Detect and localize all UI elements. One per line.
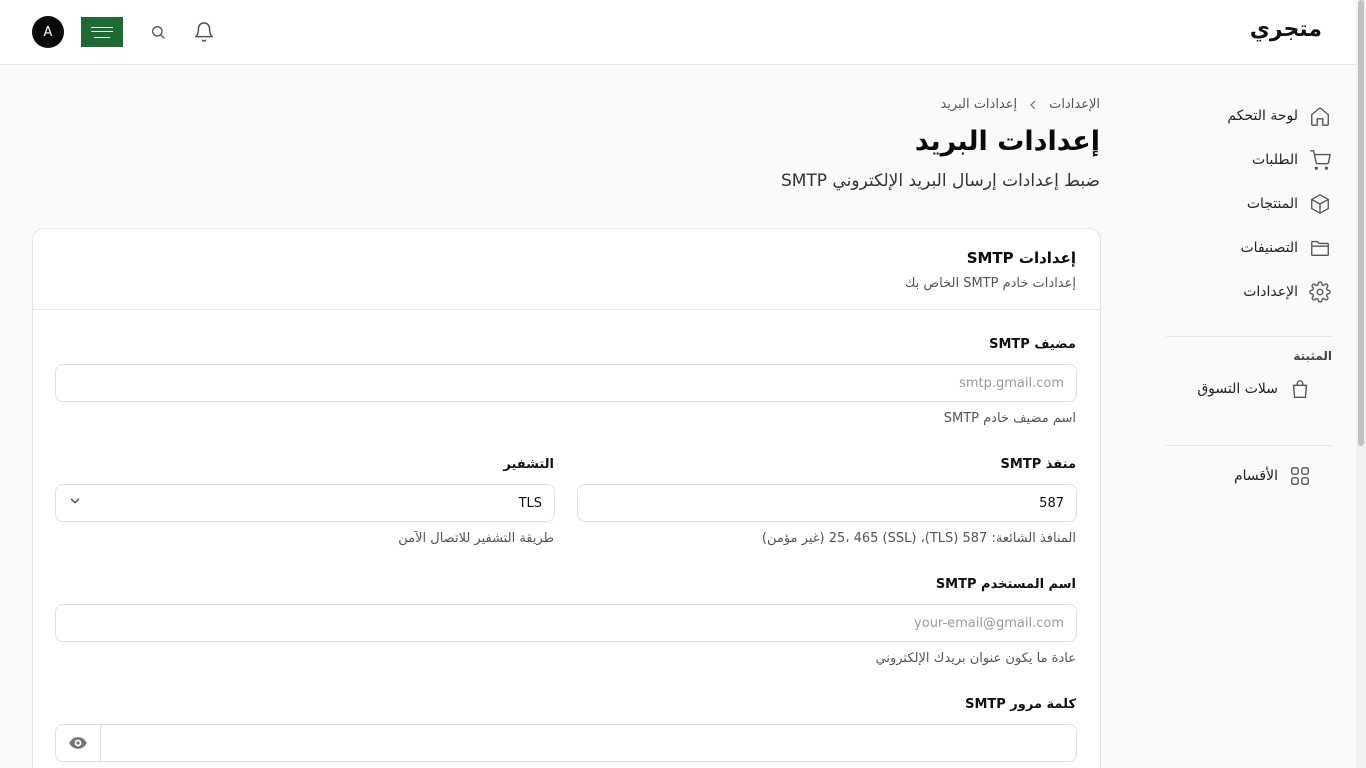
sidebar: لوحة التحكم الطلبات المنتجات التصنيفات ا…: [1166, 94, 1332, 498]
sidebar-item-carts[interactable]: سلات التسوق: [1166, 367, 1332, 411]
port-label: منفذ SMTP: [1000, 457, 1076, 472]
folder-icon: [1308, 236, 1332, 260]
encryption-select[interactable]: TLS: [55, 484, 555, 522]
card-title: إعدادات SMTP: [966, 249, 1076, 267]
sidebar-item-label: لوحة التحكم: [1227, 108, 1298, 124]
sidebar-item-sections[interactable]: الأقسام: [1166, 454, 1332, 498]
breadcrumb: الإعدادات إعدادات البريد: [940, 97, 1100, 112]
top-header: متجري A: [0, 0, 1356, 65]
port-hint: المنافذ الشائعة: 587 (TLS)، 25، 465 (SSL…: [761, 531, 1076, 546]
chevron-down-icon: [68, 494, 82, 512]
eye-icon[interactable]: [56, 725, 101, 761]
sidebar-item-categories[interactable]: التصنيفات: [1166, 226, 1332, 270]
sidebar-item-label: الإعدادات: [1243, 284, 1298, 300]
card-header: إعدادات SMTP إعدادات خادم SMTP الخاص بك: [33, 229, 1100, 310]
smtp-password-field[interactable]: [55, 724, 1077, 762]
box-icon: [1308, 192, 1332, 216]
chevron-left-icon: [1027, 99, 1039, 111]
home-icon: [1308, 104, 1332, 128]
smtp-port-input[interactable]: [577, 484, 1077, 522]
sidebar-item-label: المنتجات: [1246, 196, 1298, 212]
username-label: اسم المستخدم SMTP: [935, 577, 1076, 592]
sidebar-item-settings[interactable]: الإعدادات: [1166, 270, 1332, 314]
page-title: إعدادات البريد: [914, 126, 1100, 157]
pinned-heading: المثبتة: [1293, 349, 1332, 363]
gear-icon: [1308, 280, 1332, 304]
sidebar-divider: [1166, 445, 1332, 446]
sidebar-item-dashboard[interactable]: لوحة التحكم: [1166, 94, 1332, 138]
card-description: إعدادات خادم SMTP الخاص بك: [904, 276, 1076, 291]
encryption-selected-value: TLS: [518, 495, 542, 511]
password-label: كلمة مرور SMTP: [965, 697, 1076, 712]
encryption-hint: طريقة التشفير للاتصال الآمن: [398, 531, 554, 546]
encryption-label: التشفير: [503, 457, 554, 472]
breadcrumb-current: إعدادات البريد: [940, 97, 1018, 112]
search-icon[interactable]: [146, 20, 170, 44]
sidebar-item-products[interactable]: المنتجات: [1166, 182, 1332, 226]
host-hint: اسم مضيف خادم SMTP: [943, 411, 1076, 426]
smtp-host-input[interactable]: [55, 364, 1077, 402]
sidebar-item-label: سلات التسوق: [1197, 381, 1278, 397]
avatar[interactable]: A: [32, 16, 64, 48]
username-hint: عادة ما يكون عنوان بريدك الإلكتروني: [875, 651, 1076, 666]
breadcrumb-parent[interactable]: الإعدادات: [1049, 97, 1100, 112]
smtp-username-input[interactable]: [55, 604, 1077, 642]
saudi-flag-icon[interactable]: [81, 17, 123, 47]
sidebar-item-orders[interactable]: الطلبات: [1166, 138, 1332, 182]
sidebar-divider: [1166, 336, 1332, 337]
sidebar-item-label: التصنيفات: [1240, 240, 1299, 256]
sidebar-item-label: الطلبات: [1252, 152, 1298, 168]
bell-icon[interactable]: [192, 20, 216, 44]
brand-logo[interactable]: متجري: [1250, 17, 1322, 42]
page-subtitle: ضبط إعدادات إرسال البريد الإلكتروني SMTP: [780, 171, 1100, 191]
scrollbar-thumb[interactable]: [1358, 0, 1364, 446]
grid-icon: [1288, 464, 1312, 488]
page-scrollbar[interactable]: [1356, 0, 1366, 768]
host-label: مضيف SMTP: [989, 337, 1076, 352]
cart-icon: [1308, 148, 1332, 172]
shopping-bag-icon: [1288, 377, 1312, 401]
sidebar-item-label: الأقسام: [1234, 468, 1278, 484]
